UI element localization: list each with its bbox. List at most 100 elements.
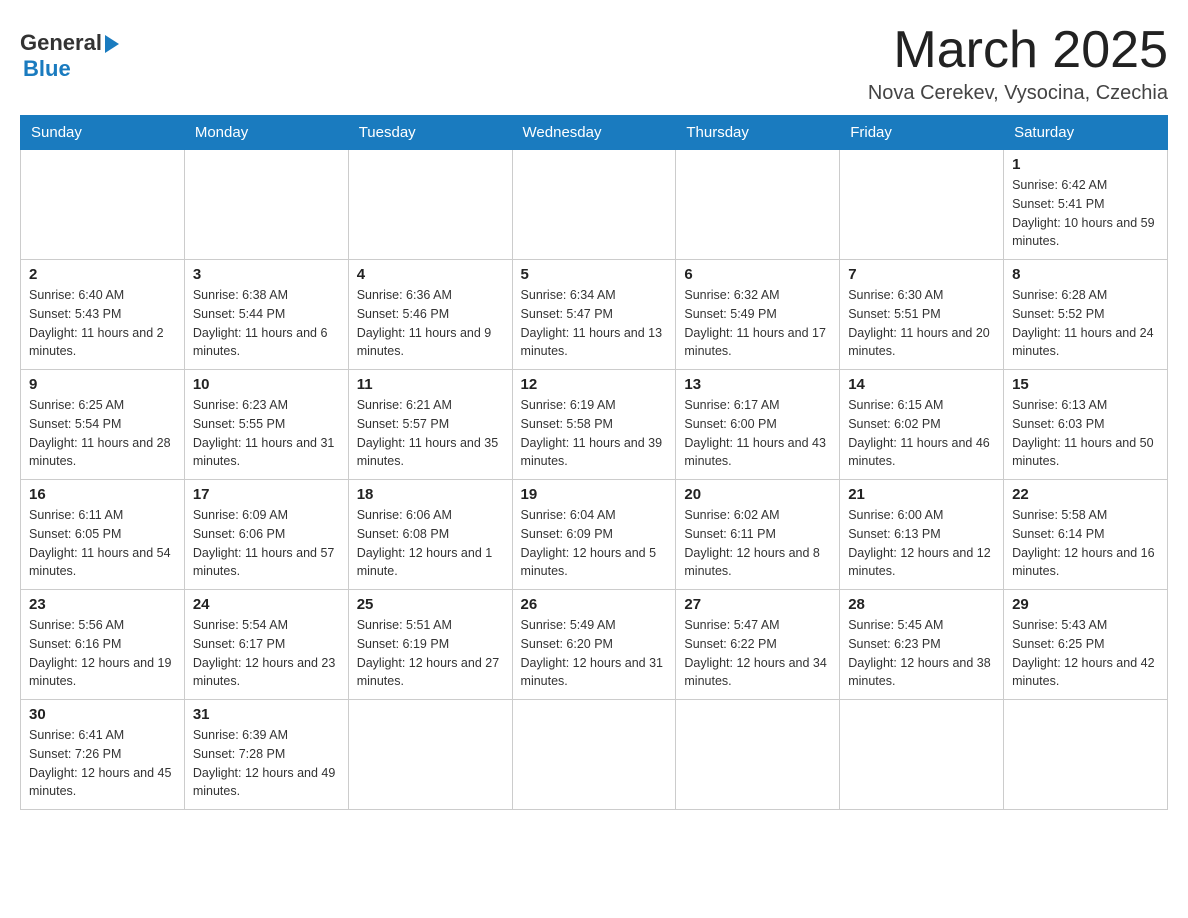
day-number: 9 (29, 376, 176, 393)
day-number: 16 (29, 486, 176, 503)
logo-blue-text: Blue (23, 56, 71, 82)
calendar-week-row: 1 Sunrise: 6:42 AMSunset: 5:41 PMDaylight… (21, 150, 1168, 260)
calendar-cell: 9 Sunrise: 6:25 AMSunset: 5:54 PMDaylight… (21, 370, 185, 480)
day-number: 19 (521, 486, 668, 503)
calendar-cell (348, 150, 512, 260)
day-number: 6 (684, 266, 831, 283)
calendar-cell: 21 Sunrise: 6:00 AMSunset: 6:13 PMDayligh… (840, 480, 1004, 590)
logo-general-text: General (20, 30, 102, 56)
day-number: 27 (684, 596, 831, 613)
calendar-cell: 29 Sunrise: 5:43 AMSunset: 6:25 PMDayligh… (1004, 590, 1168, 700)
day-info: Sunrise: 6:21 AMSunset: 5:57 PMDaylight:… (357, 396, 504, 471)
day-number: 3 (193, 266, 340, 283)
day-info: Sunrise: 6:36 AMSunset: 5:46 PMDaylight:… (357, 286, 504, 361)
calendar-cell: 7Sunrise: 6:30 AMSunset: 5:51 PMDaylight… (840, 260, 1004, 370)
day-info: Sunrise: 6:19 AMSunset: 5:58 PMDaylight:… (521, 396, 668, 471)
day-number: 20 (684, 486, 831, 503)
calendar-cell: 26 Sunrise: 5:49 AMSunset: 6:20 PMDayligh… (512, 590, 676, 700)
weekday-header-sunday: Sunday (21, 116, 185, 150)
day-info: Sunrise: 6:15 AMSunset: 6:02 PMDaylight:… (848, 396, 995, 471)
calendar-cell: 25 Sunrise: 5:51 AMSunset: 6:19 PMDayligh… (348, 590, 512, 700)
calendar-cell: 28Sunrise: 5:45 AMSunset: 6:23 PMDayligh… (840, 590, 1004, 700)
day-number: 12 (521, 376, 668, 393)
calendar-cell: 27 Sunrise: 5:47 AMSunset: 6:22 PMDayligh… (676, 590, 840, 700)
day-info: Sunrise: 5:56 AMSunset: 6:16 PMDaylight:… (29, 616, 176, 691)
calendar-cell: 12 Sunrise: 6:19 AMSunset: 5:58 PMDayligh… (512, 370, 676, 480)
day-info: Sunrise: 6:23 AMSunset: 5:55 PMDaylight:… (193, 396, 340, 471)
calendar-week-row: 2Sunrise: 6:40 AMSunset: 5:43 PMDaylight… (21, 260, 1168, 370)
day-info: Sunrise: 6:32 AMSunset: 5:49 PMDaylight:… (684, 286, 831, 361)
day-number: 1 (1012, 156, 1159, 173)
calendar-cell (21, 150, 185, 260)
day-number: 25 (357, 596, 504, 613)
calendar-header-row: SundayMondayTuesdayWednesdayThursdayFrid… (21, 116, 1168, 150)
day-info: Sunrise: 6:06 AMSunset: 6:08 PMDaylight:… (357, 506, 504, 581)
logo-general-row: General (20, 30, 119, 56)
day-number: 24 (193, 596, 340, 613)
day-number: 8 (1012, 266, 1159, 283)
calendar-cell: 8Sunrise: 6:28 AMSunset: 5:52 PMDaylight… (1004, 260, 1168, 370)
calendar-cell (512, 150, 676, 260)
month-title: March 2025 (868, 20, 1168, 80)
calendar-cell (676, 150, 840, 260)
day-info: Sunrise: 6:09 AMSunset: 6:06 PMDaylight:… (193, 506, 340, 581)
day-info: Sunrise: 6:13 AMSunset: 6:03 PMDaylight:… (1012, 396, 1159, 471)
calendar-cell (512, 700, 676, 810)
day-info: Sunrise: 6:25 AMSunset: 5:54 PMDaylight:… (29, 396, 176, 471)
calendar-cell: 10Sunrise: 6:23 AMSunset: 5:55 PMDayligh… (184, 370, 348, 480)
day-info: Sunrise: 6:00 AMSunset: 6:13 PMDaylight:… (848, 506, 995, 581)
calendar-cell: 13Sunrise: 6:17 AMSunset: 6:00 PMDayligh… (676, 370, 840, 480)
day-info: Sunrise: 6:39 AMSunset: 7:28 PMDaylight:… (193, 726, 340, 801)
day-info: Sunrise: 5:49 AMSunset: 6:20 PMDaylight:… (521, 616, 668, 691)
day-number: 18 (357, 486, 504, 503)
day-info: Sunrise: 6:40 AMSunset: 5:43 PMDaylight:… (29, 286, 176, 361)
day-info: Sunrise: 6:02 AMSunset: 6:11 PMDaylight:… (684, 506, 831, 581)
calendar-table: SundayMondayTuesdayWednesdayThursdayFrid… (20, 115, 1168, 810)
calendar-cell (840, 700, 1004, 810)
day-number: 22 (1012, 486, 1159, 503)
day-info: Sunrise: 6:04 AMSunset: 6:09 PMDaylight:… (521, 506, 668, 581)
day-info: Sunrise: 6:17 AMSunset: 6:00 PMDaylight:… (684, 396, 831, 471)
day-info: Sunrise: 6:42 AMSunset: 5:41 PMDaylight:… (1012, 176, 1159, 251)
calendar-cell: 20 Sunrise: 6:02 AMSunset: 6:11 PMDayligh… (676, 480, 840, 590)
day-number: 26 (521, 596, 668, 613)
calendar-cell: 1 Sunrise: 6:42 AMSunset: 5:41 PMDaylight… (1004, 150, 1168, 260)
calendar-cell (348, 700, 512, 810)
calendar-cell: 15Sunrise: 6:13 AMSunset: 6:03 PMDayligh… (1004, 370, 1168, 480)
day-info: Sunrise: 6:34 AMSunset: 5:47 PMDaylight:… (521, 286, 668, 361)
day-number: 29 (1012, 596, 1159, 613)
calendar-cell: 16 Sunrise: 6:11 AMSunset: 6:05 PMDayligh… (21, 480, 185, 590)
day-number: 21 (848, 486, 995, 503)
day-info: Sunrise: 5:47 AMSunset: 6:22 PMDaylight:… (684, 616, 831, 691)
day-info: Sunrise: 5:43 AMSunset: 6:25 PMDaylight:… (1012, 616, 1159, 691)
day-number: 23 (29, 596, 176, 613)
day-info: Sunrise: 6:11 AMSunset: 6:05 PMDaylight:… (29, 506, 176, 581)
calendar-cell: 14Sunrise: 6:15 AMSunset: 6:02 PMDayligh… (840, 370, 1004, 480)
calendar-week-row: 30Sunrise: 6:41 AMSunset: 7:26 PMDayligh… (21, 700, 1168, 810)
weekday-header-wednesday: Wednesday (512, 116, 676, 150)
calendar-cell: 31Sunrise: 6:39 AMSunset: 7:28 PMDayligh… (184, 700, 348, 810)
weekday-header-monday: Monday (184, 116, 348, 150)
calendar-week-row: 23 Sunrise: 5:56 AMSunset: 6:16 PMDayligh… (21, 590, 1168, 700)
calendar-cell: 30Sunrise: 6:41 AMSunset: 7:26 PMDayligh… (21, 700, 185, 810)
calendar-cell: 24 Sunrise: 5:54 AMSunset: 6:17 PMDayligh… (184, 590, 348, 700)
day-info: Sunrise: 5:58 AMSunset: 6:14 PMDaylight:… (1012, 506, 1159, 581)
weekday-header-saturday: Saturday (1004, 116, 1168, 150)
calendar-cell (1004, 700, 1168, 810)
day-number: 5 (521, 266, 668, 283)
header: General Blue March 2025 Nova Cerekev, Vy… (20, 20, 1168, 105)
calendar-cell (676, 700, 840, 810)
day-info: Sunrise: 5:54 AMSunset: 6:17 PMDaylight:… (193, 616, 340, 691)
day-number: 4 (357, 266, 504, 283)
calendar-cell: 3 Sunrise: 6:38 AMSunset: 5:44 PMDaylight… (184, 260, 348, 370)
day-number: 30 (29, 706, 176, 723)
calendar-week-row: 16 Sunrise: 6:11 AMSunset: 6:05 PMDayligh… (21, 480, 1168, 590)
calendar-week-row: 9 Sunrise: 6:25 AMSunset: 5:54 PMDaylight… (21, 370, 1168, 480)
day-info: Sunrise: 5:51 AMSunset: 6:19 PMDaylight:… (357, 616, 504, 691)
logo-triangle-icon (105, 35, 119, 53)
calendar-cell: 22 Sunrise: 5:58 AMSunset: 6:14 PMDayligh… (1004, 480, 1168, 590)
location-subtitle: Nova Cerekev, Vysocina, Czechia (868, 82, 1168, 105)
day-number: 17 (193, 486, 340, 503)
day-number: 11 (357, 376, 504, 393)
day-info: Sunrise: 6:38 AMSunset: 5:44 PMDaylight:… (193, 286, 340, 361)
